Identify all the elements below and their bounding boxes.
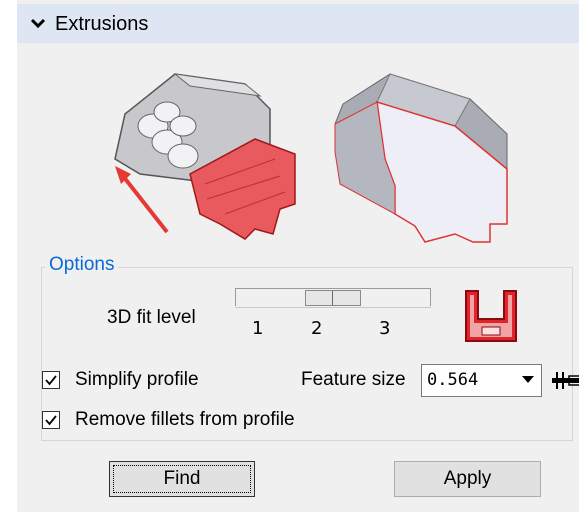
- feature-size-value[interactable]: 0.564: [427, 370, 478, 390]
- ruler-measure-icon[interactable]: [551, 369, 579, 391]
- chevron-down-icon[interactable]: [29, 14, 47, 32]
- remove-fillets-label[interactable]: Remove fillets from profile: [75, 409, 295, 431]
- simplify-profile-label[interactable]: Simplify profile: [75, 369, 199, 391]
- section-title: Extrusions: [55, 13, 149, 35]
- remove-fillets-checkbox[interactable]: [42, 411, 60, 429]
- section-header[interactable]: Extrusions: [17, 4, 579, 43]
- focus-rectangle: [113, 465, 251, 493]
- feature-size-label: Feature size: [301, 369, 406, 390]
- extrusion-preview-image: [114, 73, 508, 243]
- slider-baseline: [235, 307, 431, 308]
- engine-block-image: [114, 73, 296, 240]
- fit-level-tick-3: 3: [379, 318, 391, 339]
- apply-button[interactable]: Apply: [394, 461, 541, 497]
- simplify-profile-checkbox[interactable]: [42, 371, 60, 389]
- fit-level-label: 3D fit level: [107, 307, 196, 328]
- options-legend: Options: [45, 254, 119, 276]
- fit-level-slider-thumb[interactable]: [305, 290, 361, 306]
- fit-level-profile-icon: [465, 290, 517, 342]
- fit-level-tick-1: 1: [252, 318, 264, 339]
- apply-button-label: Apply: [443, 468, 492, 489]
- find-button[interactable]: Find: [109, 461, 255, 497]
- extrusion-result-image: [334, 73, 508, 243]
- dropdown-arrow-icon[interactable]: [521, 372, 535, 386]
- fit-level-tick-2: 2: [311, 318, 323, 339]
- extrusions-panel: Extrusions Options 3D fit level 1 2 3 Si…: [17, 0, 579, 512]
